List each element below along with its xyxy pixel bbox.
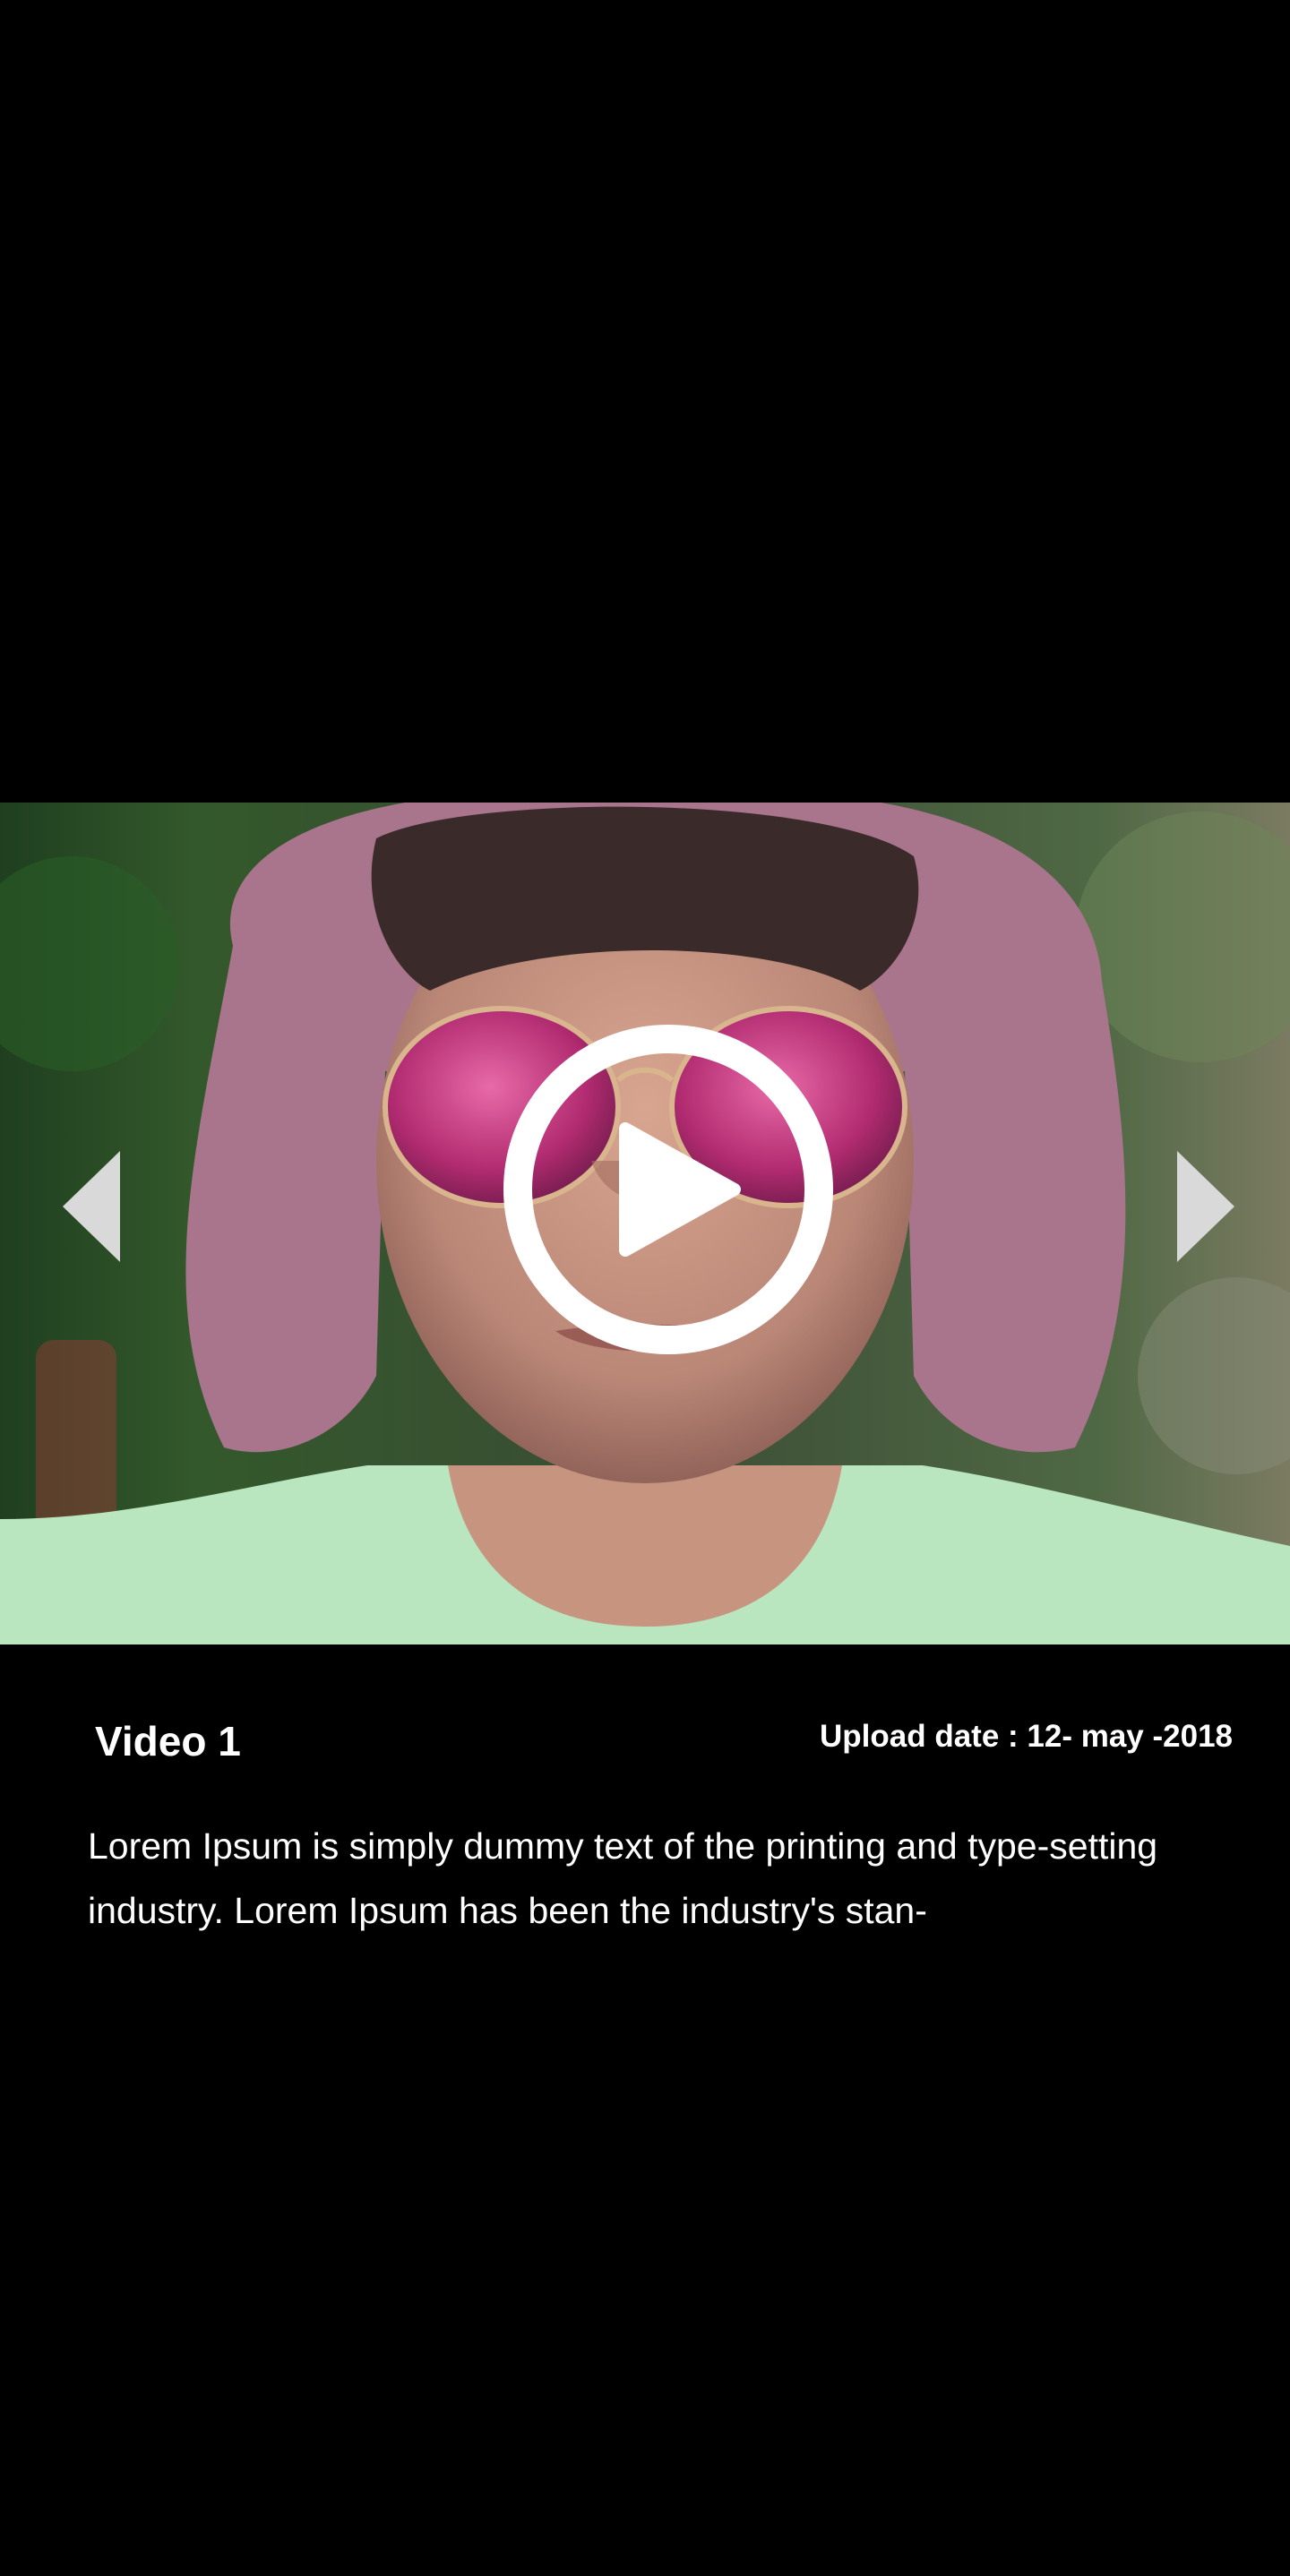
play-circle-icon <box>503 1025 833 1354</box>
upload-date: Upload date : 12- may -2018 <box>820 1719 1233 1754</box>
next-video-button[interactable] <box>1177 1151 1234 1262</box>
chevron-left-icon <box>63 1151 120 1262</box>
play-button[interactable] <box>500 1021 837 1358</box>
video-description: Lorem Ipsum is simply dummy text of the … <box>88 1825 1158 1931</box>
video-title: Video 1 <box>95 1718 241 1765</box>
previous-video-button[interactable] <box>63 1151 120 1262</box>
chevron-right-icon <box>1177 1151 1234 1262</box>
